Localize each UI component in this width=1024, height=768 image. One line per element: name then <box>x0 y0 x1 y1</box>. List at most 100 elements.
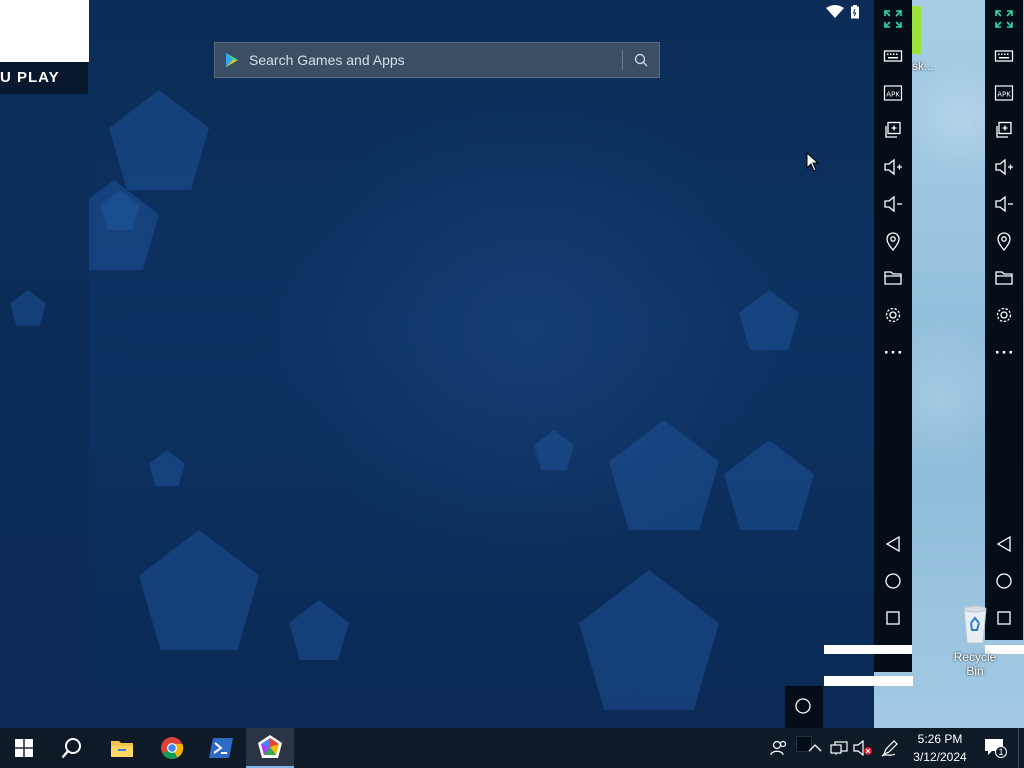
settings-button-secondary[interactable] <box>985 299 1023 331</box>
file-explorer-button[interactable] <box>98 728 146 768</box>
network-icon <box>830 741 848 755</box>
apk-icon: APK <box>883 85 903 101</box>
install-apk-button-secondary[interactable]: APK <box>985 77 1023 109</box>
people-icon <box>770 740 787 756</box>
recent-apps-button[interactable] <box>874 602 912 634</box>
recycle-bin-label: Recycle Bin <box>953 650 997 678</box>
recycle-bin-shortcut[interactable]: Recycle Bin <box>945 603 1005 678</box>
home-circle-icon <box>885 573 901 589</box>
shared-folder-button[interactable] <box>874 262 912 294</box>
gear-icon <box>885 307 901 323</box>
volume-down-icon <box>884 195 902 213</box>
keyboard-button-secondary[interactable] <box>985 40 1023 72</box>
volume-button[interactable] <box>851 728 875 768</box>
fullscreen-button[interactable] <box>874 3 912 35</box>
install-apk-button[interactable]: APK <box>874 77 912 109</box>
svg-text:APK: APK <box>886 91 900 99</box>
secondary-side-toolbar: APK <box>985 0 1023 640</box>
multi-instance-icon <box>885 121 901 138</box>
fullscreen-button-secondary[interactable] <box>985 3 1023 35</box>
windows-logo-icon <box>15 739 33 757</box>
apk-icon: APK <box>994 85 1014 101</box>
taskbar-clock[interactable]: 5:26 PM 3/12/2024 <box>905 730 975 766</box>
desktop-item-label: sk... <box>912 59 935 73</box>
search-icon[interactable] <box>633 52 649 68</box>
notification-count-badge: 1 <box>998 747 1004 757</box>
brand-logo-text: U PLAY <box>0 62 88 94</box>
volume-up-icon <box>884 158 902 176</box>
show-desktop-button[interactable] <box>1018 728 1024 768</box>
folder-icon <box>111 741 133 757</box>
location-pin-icon <box>997 232 1011 251</box>
status-bar <box>826 5 860 19</box>
volume-down-icon <box>995 195 1013 213</box>
play-store-icon <box>226 53 238 67</box>
decorative-pentagon <box>534 430 574 470</box>
folder-icon <box>884 271 902 285</box>
pen-workspace-button[interactable] <box>877 728 903 768</box>
decorative-pentagon <box>579 570 719 710</box>
decorative-pentagon <box>289 600 349 660</box>
home-button[interactable] <box>874 565 912 597</box>
shared-folder-button-secondary[interactable] <box>985 262 1023 294</box>
background-window-blank-area <box>0 0 89 62</box>
decorative-pentagon <box>739 290 799 350</box>
more-options-button[interactable] <box>874 336 912 368</box>
wifi-icon <box>826 5 844 18</box>
more-dots-icon <box>885 351 901 354</box>
volume-up-icon <box>995 158 1013 176</box>
show-hidden-icons-button[interactable] <box>803 728 827 768</box>
multi-instance-button-secondary[interactable] <box>985 114 1023 146</box>
chrome-button[interactable] <box>148 728 196 768</box>
powershell-button[interactable] <box>197 728 245 768</box>
search-taskbar-button[interactable] <box>48 728 96 768</box>
search-icon <box>61 738 81 759</box>
multi-instance-button[interactable] <box>874 114 912 146</box>
home-circle-icon[interactable] <box>794 697 812 715</box>
clock-date: 3/12/2024 <box>913 750 967 764</box>
decorative-pentagon <box>609 420 719 530</box>
volume-muted-icon <box>853 740 872 756</box>
decorative-pentagon <box>724 440 814 530</box>
settings-button[interactable] <box>874 299 912 331</box>
gear-icon <box>996 307 1012 323</box>
search-input[interactable]: Search Games and Apps <box>249 52 622 68</box>
recent-apps-square-icon <box>886 611 900 625</box>
volume-down-button[interactable] <box>874 188 912 220</box>
pen-icon <box>881 740 898 757</box>
decorative-pentagon <box>139 530 259 650</box>
home-button-secondary[interactable] <box>985 565 1023 597</box>
popup-strip <box>824 676 913 686</box>
back-button-secondary[interactable] <box>985 528 1023 560</box>
action-center-button[interactable]: 1 <box>978 728 1012 768</box>
volume-up-button[interactable] <box>874 151 912 183</box>
volume-down-button-secondary[interactable] <box>985 188 1023 220</box>
more-options-button-secondary[interactable] <box>985 336 1023 368</box>
people-button[interactable] <box>765 728 793 768</box>
location-button[interactable] <box>874 225 912 257</box>
chevron-up-icon <box>808 744 822 752</box>
keyboard-icon <box>994 50 1014 62</box>
back-triangle-icon <box>885 535 900 553</box>
clock-time: 5:26 PM <box>917 732 963 746</box>
search-bar[interactable]: Search Games and Apps <box>214 42 660 78</box>
volume-up-button-secondary[interactable] <box>985 151 1023 183</box>
emulator-taskbar-button[interactable] <box>246 728 294 768</box>
fullscreen-icon <box>884 10 902 28</box>
mouse-cursor-icon <box>806 152 820 172</box>
background-window[interactable]: U PLAY <box>0 0 89 728</box>
emulator-side-toolbar: APK <box>874 0 912 672</box>
keyboard-button[interactable] <box>874 40 912 72</box>
back-triangle-icon <box>996 535 1011 553</box>
location-pin-icon <box>886 232 900 251</box>
emulator-home-screen[interactable] <box>89 0 874 728</box>
keyboard-icon <box>883 50 903 62</box>
start-button[interactable] <box>0 728 48 768</box>
network-button[interactable] <box>827 728 851 768</box>
powershell-icon <box>209 738 233 758</box>
decorative-pentagon <box>149 450 185 486</box>
back-button[interactable] <box>874 528 912 560</box>
emulator-app-icon <box>258 735 282 758</box>
location-button-secondary[interactable] <box>985 225 1023 257</box>
svg-text:APK: APK <box>997 91 1011 99</box>
